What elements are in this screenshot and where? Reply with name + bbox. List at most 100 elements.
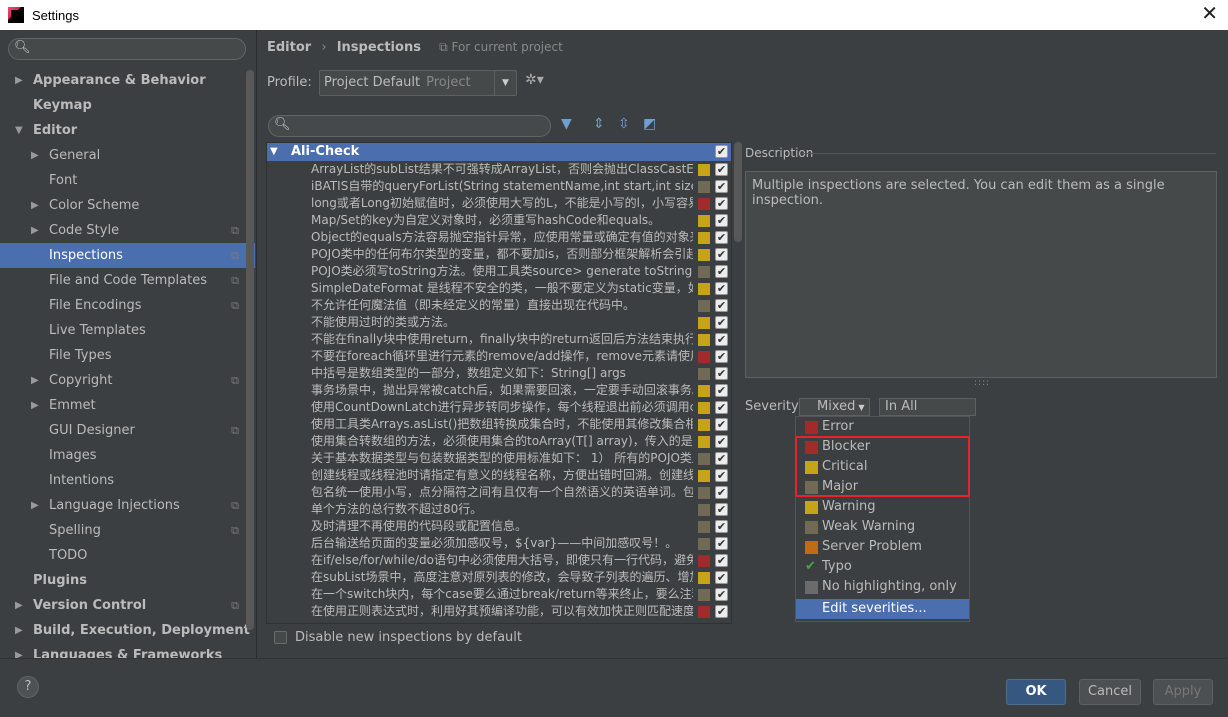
sidebar-item-build-execution-deployment[interactable]: ▶ Build, Execution, Deployment xyxy=(0,618,255,643)
inspection-row[interactable]: 在一个switch块内，每个case要么通过break/return等来终止，要… xyxy=(267,586,731,603)
inspection-checkbox[interactable]: ✔ xyxy=(715,197,728,210)
inspection-row[interactable]: 不允许任何魔法值（即未经定义的常量）直接出现在代码中。 ✔ xyxy=(267,297,731,314)
sidebar-item-appearance-behavior[interactable]: ▶ Appearance & Behavior xyxy=(0,68,255,93)
edit-severities-item[interactable]: Edit severities... xyxy=(796,599,969,619)
severity-option-weak-warning[interactable]: Weak Warning xyxy=(796,517,969,537)
disable-new-inspections-checkbox[interactable]: Disable new inspections by default xyxy=(274,630,522,645)
inspection-checkbox[interactable]: ✔ xyxy=(715,520,728,533)
expand-arrow-icon[interactable]: ▶ xyxy=(31,193,39,218)
inspection-row[interactable]: 使用工具类Arrays.asList()把数组转换成集合时，不能使用其修改集合相… xyxy=(267,416,731,433)
expand-arrow-icon[interactable]: ▶ xyxy=(15,618,23,643)
expand-all-icon[interactable]: ⇕ xyxy=(593,116,605,132)
inspection-checkbox[interactable]: ✔ xyxy=(715,418,728,431)
sidebar-item-language-injections[interactable]: ▶ Language Injections ⧉ xyxy=(0,493,255,518)
inspection-row[interactable]: Map/Set的key为自定义对象时，必须重写hashCode和equals。 ✔ xyxy=(267,212,731,229)
sidebar-item-inspections[interactable]: Inspections ⧉ xyxy=(0,243,255,268)
sidebar-item-emmet[interactable]: ▶ Emmet xyxy=(0,393,255,418)
sidebar-item-general[interactable]: ▶ General xyxy=(0,143,255,168)
sidebar-item-images[interactable]: Images xyxy=(0,443,255,468)
gear-icon[interactable]: ✲▾ xyxy=(525,72,544,88)
inspection-row[interactable]: 不能在finally块中使用return，finally块中的return返回后… xyxy=(267,331,731,348)
sidebar-scrollbar[interactable] xyxy=(246,70,254,630)
inspection-checkbox[interactable]: ✔ xyxy=(715,282,728,295)
inspection-row[interactable]: SimpleDateFormat 是线程不安全的类，一般不要定义为static变… xyxy=(267,280,731,297)
severity-option-typo[interactable]: ✔ Typo xyxy=(796,557,969,577)
inspection-row[interactable]: 使用CountDownLatch进行异步转同步操作，每个线程退出前必须调用cou… xyxy=(267,399,731,416)
inspection-row[interactable]: long或者Long初始赋值时，必须使用大写的L，不能是小写的l，小写容易跟数字… xyxy=(267,195,731,212)
sidebar-item-color-scheme[interactable]: ▶ Color Scheme xyxy=(0,193,255,218)
settings-search-input[interactable]: 🔍︎ xyxy=(8,38,246,60)
sidebar-item-gui-designer[interactable]: GUI Designer ⧉ xyxy=(0,418,255,443)
inspection-checkbox[interactable]: ✔ xyxy=(715,248,728,261)
expand-arrow-icon[interactable]: ▶ xyxy=(15,68,23,93)
expand-arrow-icon[interactable]: ▶ xyxy=(31,393,39,418)
inspection-checkbox[interactable]: ✔ xyxy=(715,299,728,312)
filter-icon[interactable]: ▼ xyxy=(561,116,572,132)
sidebar-item-code-style[interactable]: ▶ Code Style ⧉ xyxy=(0,218,255,243)
inspection-row[interactable]: 后台输送给页面的变量必须加感叹号，${var}——中间加感叹号！。 ✔ xyxy=(267,535,731,552)
inspection-row[interactable]: 不能使用过时的类或方法。 ✔ xyxy=(267,314,731,331)
inspection-row[interactable]: iBATIS自带的queryForList(String statementNa… xyxy=(267,178,731,195)
inspection-row[interactable]: 在subList场景中，高度注意对原列表的修改，会导致子列表的遍历、增加、删除均… xyxy=(267,569,731,586)
inspection-row[interactable]: 关于基本数据类型与包装数据类型的使用标准如下： 1） 所有的POJO类属性必须使… xyxy=(267,450,731,467)
sidebar-item-spelling[interactable]: Spelling ⧉ xyxy=(0,518,255,543)
inspection-checkbox[interactable]: ✔ xyxy=(715,316,728,329)
sidebar-item-file-encodings[interactable]: File Encodings ⧉ xyxy=(0,293,255,318)
severity-option-server-problem[interactable]: Server Problem xyxy=(796,537,969,557)
inspection-checkbox[interactable]: ✔ xyxy=(715,486,728,499)
inspection-row[interactable]: 包名统一使用小写，点分隔符之间有且仅有一个自然语义的英语单词。包名统一使用单数形… xyxy=(267,484,731,501)
severity-option-warning[interactable]: Warning xyxy=(796,497,969,517)
inspection-row[interactable]: 创建线程或线程池时请指定有意义的线程名称，方便出错时回溯。创建线程池的时候请使用… xyxy=(267,467,731,484)
inspection-row[interactable]: ArrayList的subList结果不可强转成ArrayList，否则会抛出C… xyxy=(267,161,731,178)
expand-arrow-icon[interactable]: ▶ xyxy=(31,368,39,393)
sidebar-item-intentions[interactable]: Intentions xyxy=(0,468,255,493)
inspection-checkbox[interactable]: ✔ xyxy=(715,367,728,380)
cancel-button[interactable]: Cancel xyxy=(1079,679,1141,705)
ok-button[interactable]: OK xyxy=(1006,679,1066,705)
inspection-row[interactable]: 事务场景中，抛出异常被catch后，如果需要回滚，一定要手动回滚事务。 ✔ xyxy=(267,382,731,399)
sidebar-item-todo[interactable]: TODO xyxy=(0,543,255,568)
inspection-row[interactable]: 中括号是数组类型的一部分，数组定义如下：String[] args ✔ xyxy=(267,365,731,382)
inspection-row[interactable]: 单个方法的总行数不超过80行。 ✔ xyxy=(267,501,731,518)
sidebar-item-editor[interactable]: ▼ Editor xyxy=(0,118,255,143)
inspection-checkbox[interactable]: ✔ xyxy=(715,333,728,346)
close-icon[interactable]: ✕ xyxy=(1201,4,1218,24)
group-checkbox[interactable]: ✔ xyxy=(715,145,728,158)
apply-button[interactable]: Apply xyxy=(1153,679,1213,705)
collapse-all-icon[interactable]: ⇳ xyxy=(618,116,630,132)
sidebar-item-file-and-code-templates[interactable]: File and Code Templates ⧉ xyxy=(0,268,255,293)
inspection-row[interactable]: POJO类中的任何布尔类型的变量，都不要加is，否则部分框架解析会引起序列化错误… xyxy=(267,246,731,263)
collapse-arrow-icon[interactable]: ▼ xyxy=(15,118,23,143)
sidebar-item-keymap[interactable]: Keymap xyxy=(0,93,255,118)
sidebar-item-version-control[interactable]: ▶ Version Control ⧉ xyxy=(0,593,255,618)
inspection-checkbox[interactable]: ✔ xyxy=(715,571,728,584)
expand-arrow-icon[interactable]: ▶ xyxy=(31,143,39,168)
inspection-checkbox[interactable]: ✔ xyxy=(715,231,728,244)
sidebar-item-file-types[interactable]: File Types xyxy=(0,343,255,368)
inspection-row[interactable]: Object的equals方法容易抛空指针异常，应使用常量或确定有值的对象来调用… xyxy=(267,229,731,246)
splitter-handle[interactable]: :::: xyxy=(974,378,990,388)
expand-arrow-icon[interactable]: ▼ xyxy=(270,143,278,161)
inspection-checkbox[interactable]: ✔ xyxy=(715,163,728,176)
expand-arrow-icon[interactable]: ▶ xyxy=(31,218,39,243)
reset-icon[interactable]: ◩ xyxy=(643,116,656,132)
profile-select[interactable]: Project Default Project ▼ xyxy=(319,70,517,96)
sidebar-item-copyright[interactable]: ▶ Copyright ⧉ xyxy=(0,368,255,393)
inspection-row[interactable]: 及时清理不再使用的代码段或配置信息。 ✔ xyxy=(267,518,731,535)
expand-arrow-icon[interactable]: ▶ xyxy=(15,593,23,618)
inspection-row[interactable]: POJO类必须写toString方法。使用工具类source> generate… xyxy=(267,263,731,280)
sidebar-item-plugins[interactable]: Plugins xyxy=(0,568,255,593)
inspection-checkbox[interactable]: ✔ xyxy=(715,554,728,567)
inspection-row[interactable]: 不要在foreach循环里进行元素的remove/add操作，remove元素请… xyxy=(267,348,731,365)
help-button[interactable]: ? xyxy=(17,676,39,698)
sidebar-item-live-templates[interactable]: Live Templates xyxy=(0,318,255,343)
list-scrollbar[interactable] xyxy=(734,142,742,242)
severity-option-error[interactable]: Error xyxy=(796,417,969,437)
inspection-checkbox[interactable]: ✔ xyxy=(715,350,728,363)
inspection-checkbox[interactable]: ✔ xyxy=(715,384,728,397)
inspection-row[interactable]: 在使用正则表达式时，利用好其预编译功能，可以有效加快正则匹配速度。 ✔ xyxy=(267,603,731,620)
inspection-checkbox[interactable]: ✔ xyxy=(715,435,728,448)
inspection-checkbox[interactable]: ✔ xyxy=(715,452,728,465)
sidebar-item-font[interactable]: Font xyxy=(0,168,255,193)
inspection-checkbox[interactable]: ✔ xyxy=(715,265,728,278)
